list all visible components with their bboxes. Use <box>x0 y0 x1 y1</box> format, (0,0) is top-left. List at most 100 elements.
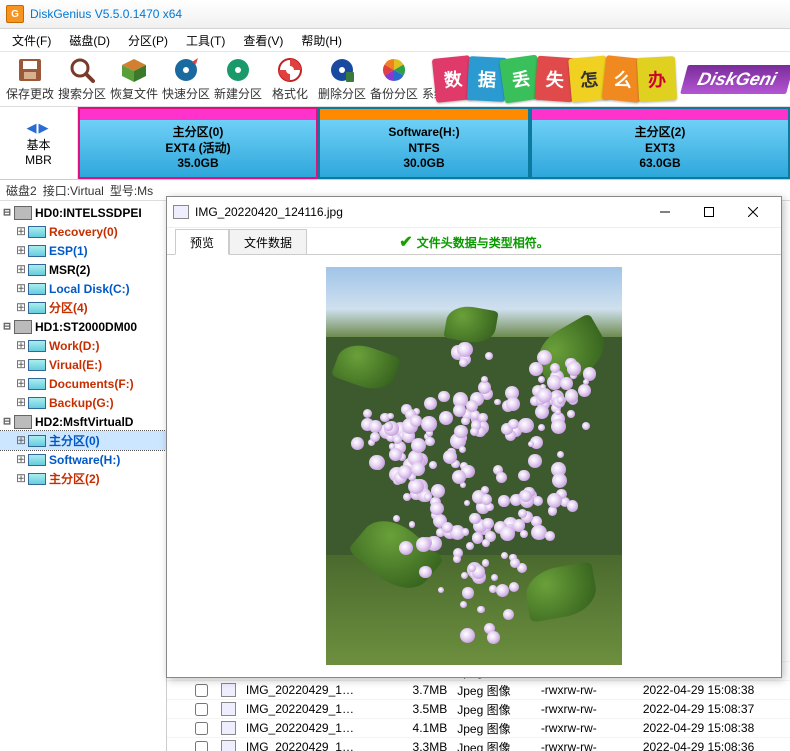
tree-partition-node[interactable]: ⊞ Documents(F:) <box>0 374 166 393</box>
expand-toggle-icon[interactable]: ⊞ <box>14 338 28 353</box>
file-size: 3.5MB <box>394 702 447 716</box>
partition-block[interactable]: 主分区(2) EXT3 63.0GB <box>530 107 790 179</box>
box-icon <box>120 56 148 84</box>
file-row[interactable]: IMG_20220429_1… 3.5MB Jpeg 图像 -rwxrw-rw-… <box>167 699 790 718</box>
tree-partition-node[interactable]: ⊞ Backup(G:) <box>0 393 166 412</box>
file-checkbox[interactable] <box>195 741 208 751</box>
tool-new-label: 新建分区 <box>214 85 262 102</box>
app-icon: G <box>6 5 24 23</box>
partition-tree[interactable]: ⊟HD0:INTELSSDPEI⊞Recovery(0)⊞ESP(1)⊞MSR(… <box>0 201 167 751</box>
partition-block[interactable]: Software(H:) NTFS 30.0GB <box>318 107 530 179</box>
tree-partition-node[interactable]: ⊞ Work(D:) <box>0 336 166 355</box>
expand-toggle-icon[interactable]: ⊞ <box>14 262 28 277</box>
tree-partition-label: Backup(G:) <box>49 396 114 410</box>
file-perm: -rwxrw-rw- <box>541 702 633 716</box>
tool-save[interactable]: 保存更改 <box>4 53 56 105</box>
menu-tools[interactable]: 工具(T) <box>178 30 233 51</box>
tree-partition-label: Software(H:) <box>49 453 120 467</box>
menu-help[interactable]: 帮助(H) <box>293 30 350 51</box>
tree-partition-node[interactable]: ⊞ ESP(1) <box>0 241 166 260</box>
expand-toggle-icon[interactable]: ⊟ <box>0 414 14 429</box>
tab-file-data[interactable]: 文件数据 <box>229 229 307 255</box>
minimize-button[interactable] <box>643 198 687 226</box>
tool-delete[interactable]: 删除分区 <box>316 53 368 105</box>
tool-format[interactable]: 格式化 <box>264 53 316 105</box>
menu-disk[interactable]: 磁盘(D) <box>61 30 118 51</box>
tool-quick-part[interactable]: 快速分区 <box>160 53 212 105</box>
partition-block[interactable]: 主分区(0) EXT4 (活动) 35.0GB <box>78 107 318 179</box>
file-checkbox[interactable] <box>195 703 208 716</box>
partition-fs: NTFS <box>408 141 439 157</box>
image-file-icon <box>173 205 189 219</box>
maximize-button[interactable] <box>687 198 731 226</box>
file-checkbox[interactable] <box>195 684 208 697</box>
tree-disk-node[interactable]: ⊟HD2:MsftVirtualD <box>0 412 166 431</box>
tree-partition-node[interactable]: ⊞主分区(2) <box>0 469 166 488</box>
file-type: Jpeg 图像 <box>457 720 531 737</box>
file-checkbox[interactable] <box>195 722 208 735</box>
tree-partition-node[interactable]: ⊞分区(4) <box>0 298 166 317</box>
tree-partition-node[interactable]: ⊞Local Disk(C:) <box>0 279 166 298</box>
tree-partition-label: Work(D:) <box>49 339 99 353</box>
expand-toggle-icon[interactable]: ⊞ <box>14 433 28 448</box>
partition-fs: EXT3 <box>645 141 675 157</box>
expand-toggle-icon[interactable]: ⊞ <box>14 300 28 315</box>
disc-fast-icon <box>172 56 200 84</box>
tree-partition-node[interactable]: ⊞MSR(2) <box>0 260 166 279</box>
partition-head-stripe <box>532 109 788 120</box>
expand-toggle-icon[interactable]: ⊞ <box>14 452 28 467</box>
menu-view[interactable]: 查看(V) <box>235 30 291 51</box>
file-row[interactable]: IMG_20220429_1… 4.1MB Jpeg 图像 -rwxrw-rw-… <box>167 718 790 737</box>
tree-disk-node[interactable]: ⊟HD1:ST2000DM00 <box>0 317 166 336</box>
expand-toggle-icon[interactable]: ⊟ <box>0 205 14 220</box>
menu-file[interactable]: 文件(F) <box>4 30 59 51</box>
file-icon <box>221 683 236 697</box>
tree-partition-node[interactable]: ⊞ Virual(E:) <box>0 355 166 374</box>
file-perm: -rwxrw-rw- <box>541 721 633 735</box>
file-name: IMG_20220429_1… <box>246 721 384 735</box>
tool-search-part[interactable]: 搜索分区 <box>56 53 108 105</box>
partition-fs: EXT4 (活动) <box>165 141 230 157</box>
disk-map-nav: ◀▶ 基本 MBR <box>0 107 78 179</box>
expand-toggle-icon[interactable]: ⊞ <box>14 471 28 486</box>
tree-partition-label: Documents(F:) <box>49 377 134 391</box>
tool-backup[interactable]: 备份分区 <box>368 53 420 105</box>
expand-toggle-icon[interactable]: ⊞ <box>14 395 28 410</box>
preview-tabs: 预览 文件数据 ✔文件头数据与类型相符。 <box>167 228 781 255</box>
expand-toggle-icon[interactable]: ⊞ <box>14 224 28 239</box>
preview-window: IMG_20220420_124116.jpg 预览 文件数据 ✔文件头数据与类… <box>166 196 782 678</box>
partition-icon <box>28 264 46 276</box>
tool-recover[interactable]: 恢复文件 <box>108 53 160 105</box>
close-button[interactable] <box>731 198 775 226</box>
file-row[interactable]: IMG_20220429_1… 3.3MB Jpeg 图像 -rwxrw-rw-… <box>167 737 790 751</box>
partition-icon <box>28 435 46 447</box>
tree-partition-node[interactable]: ⊞ 主分区(0) <box>0 431 166 450</box>
file-type: Jpeg 图像 <box>457 682 531 699</box>
tab-preview[interactable]: 预览 <box>175 229 229 255</box>
file-date: 2022-04-29 15:08:36 <box>643 740 790 751</box>
partition-icon <box>28 340 46 352</box>
promo-banner: 数 据 丢 失 怎 么 办 DiskGeni <box>436 52 790 106</box>
nav-arrows-icon[interactable]: ◀▶ <box>27 120 51 136</box>
expand-toggle-icon[interactable]: ⊞ <box>14 243 28 258</box>
expand-toggle-icon[interactable]: ⊞ <box>14 281 28 296</box>
preview-titlebar[interactable]: IMG_20220420_124116.jpg <box>167 197 781 228</box>
hdd-icon <box>14 320 32 334</box>
menu-partition[interactable]: 分区(P) <box>120 30 176 51</box>
partition-icon <box>28 454 46 466</box>
tree-partition-node[interactable]: ⊞ Software(H:) <box>0 450 166 469</box>
expand-toggle-icon[interactable]: ⊞ <box>14 376 28 391</box>
tree-partition-label: 主分区(0) <box>49 432 100 449</box>
tree-disk-node[interactable]: ⊟HD0:INTELSSDPEI <box>0 203 166 222</box>
expand-toggle-icon[interactable]: ⊞ <box>14 357 28 372</box>
tree-partition-label: ESP(1) <box>49 244 88 258</box>
tree-partition-label: Virual(E:) <box>49 358 102 372</box>
tool-new-part[interactable]: 新建分区 <box>212 53 264 105</box>
file-size: 4.1MB <box>394 721 447 735</box>
file-row[interactable]: IMG_20220429_1… 3.7MB Jpeg 图像 -rwxrw-rw-… <box>167 680 790 699</box>
tree-partition-node[interactable]: ⊞Recovery(0) <box>0 222 166 241</box>
preview-body <box>167 255 781 677</box>
partition-icon <box>28 226 46 238</box>
expand-toggle-icon[interactable]: ⊟ <box>0 319 14 334</box>
tool-search-label: 搜索分区 <box>58 85 106 102</box>
